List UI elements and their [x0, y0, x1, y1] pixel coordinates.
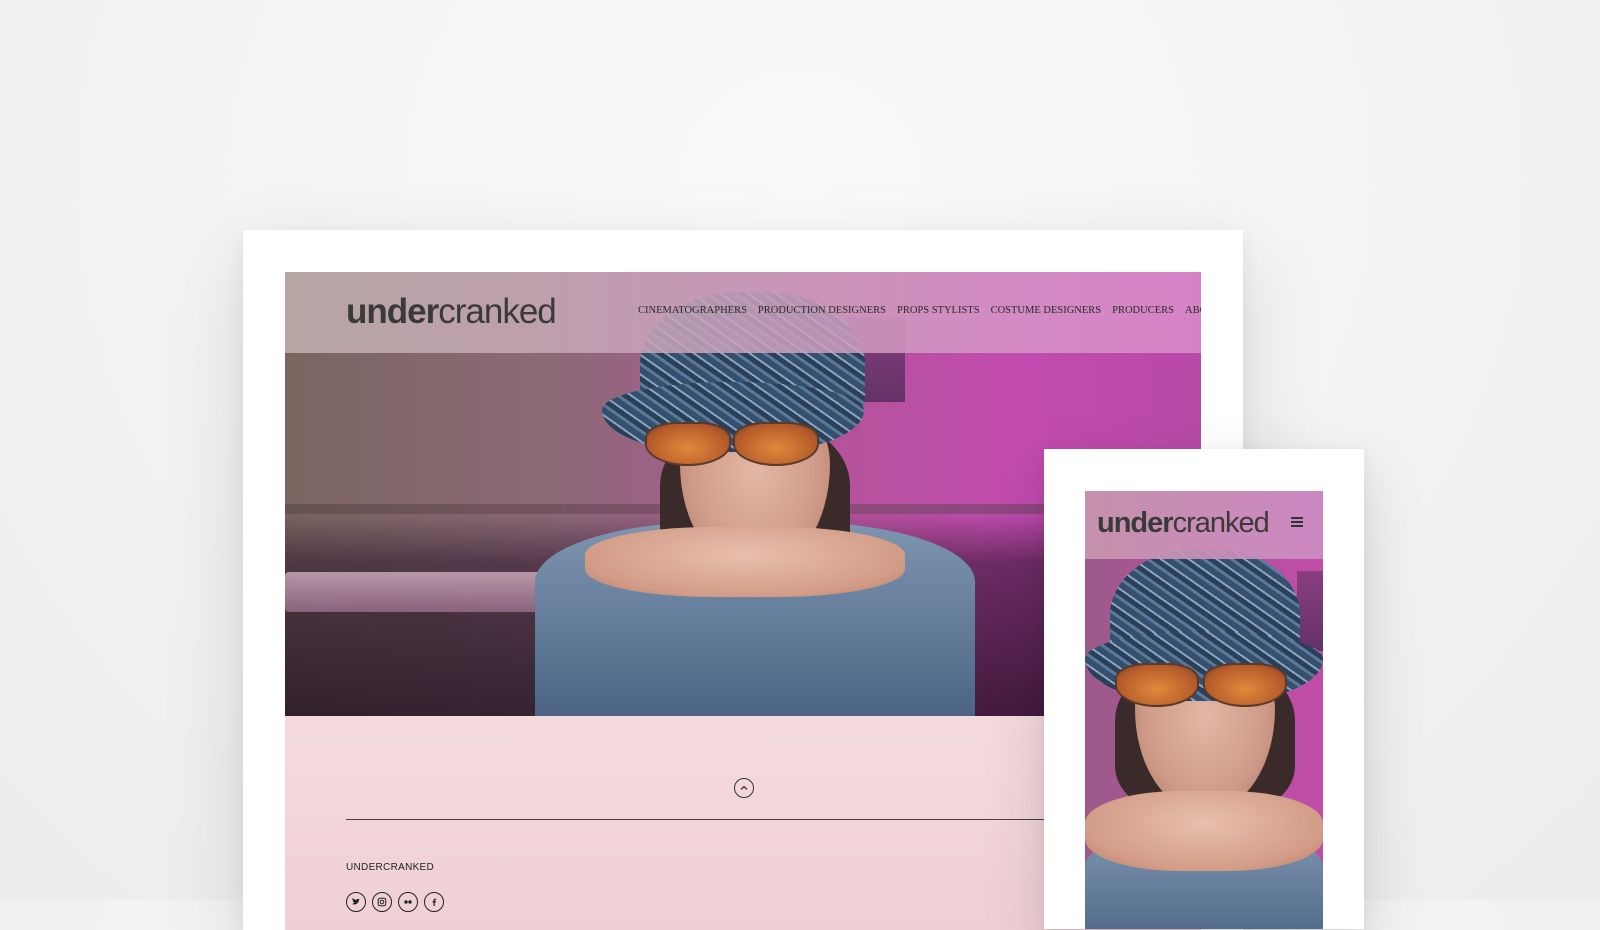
nav-item-props-stylists[interactable]: PROPS STYLISTS — [897, 305, 980, 316]
flickr-icon[interactable] — [398, 892, 418, 912]
nav-item-costume-designers[interactable]: COSTUME DESIGNERS — [991, 305, 1102, 316]
facebook-icon[interactable] — [424, 892, 444, 912]
social-links — [346, 892, 444, 912]
mobile-screen: undercranked — [1085, 491, 1323, 929]
site-logo[interactable]: undercranked — [346, 292, 557, 332]
sunglasses — [645, 422, 731, 466]
chevron-up-circle-icon[interactable] — [734, 778, 754, 798]
photo-table — [285, 572, 565, 612]
nav-item-cinematographers[interactable]: CINEMATOGRAPHERS — [638, 305, 747, 316]
nav-item-about[interactable]: ABOUT — [1185, 305, 1201, 316]
hamburger-icon[interactable] — [1291, 517, 1303, 527]
main-nav: CINEMATOGRAPHERS PRODUCTION DESIGNERS PR… — [638, 305, 1201, 316]
nav-item-producers[interactable]: PRODUCERS — [1112, 305, 1174, 316]
footer-brand: UNDERCRANKED — [346, 862, 435, 873]
nav-item-production-designers[interactable]: PRODUCTION DESIGNERS — [758, 305, 886, 316]
mobile-site-logo[interactable]: undercranked — [1097, 507, 1270, 540]
mobile-header: undercranked — [1085, 491, 1323, 559]
twitter-icon[interactable] — [346, 892, 366, 912]
desktop-header: undercranked CINEMATOGRAPHERS PRODUCTION… — [285, 272, 1201, 353]
mobile-mockup-frame: undercranked — [1044, 449, 1364, 929]
instagram-icon[interactable] — [372, 892, 392, 912]
